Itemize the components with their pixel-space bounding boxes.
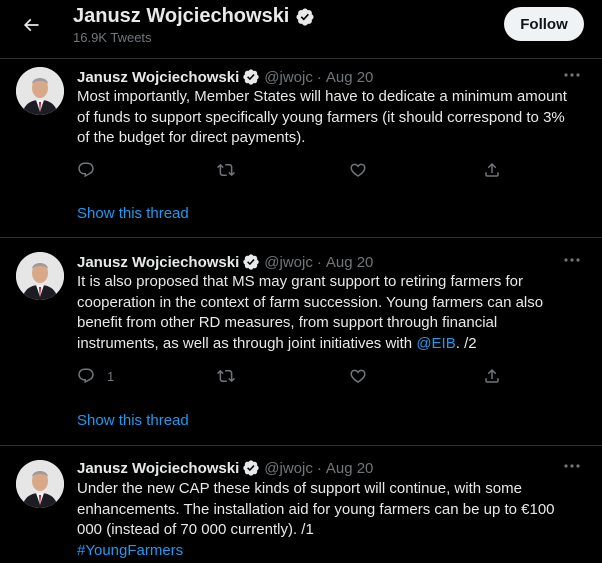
tweet-header: Janusz Wojciechowski @jwojc · Aug 20 bbox=[77, 252, 373, 272]
retweet-icon bbox=[217, 369, 235, 383]
tweet-line: enhancements. The installation aid for y… bbox=[77, 500, 555, 518]
separator-dot: · bbox=[316, 68, 322, 86]
separator-dot: · bbox=[316, 253, 322, 271]
tweet-text: Under the new CAP these kinds of support… bbox=[77, 479, 587, 561]
heart-icon bbox=[350, 369, 366, 383]
tweet-actions bbox=[77, 160, 507, 180]
more-button[interactable] bbox=[561, 67, 583, 83]
tweet-line: 000 (instead of 70 000 currently). /1 bbox=[77, 521, 314, 538]
tweet-actions: 1 bbox=[77, 366, 507, 386]
tweet-line: cooperation in the context of farm succe… bbox=[77, 293, 544, 311]
tweet-line: Under the new CAP these kinds of support… bbox=[77, 480, 522, 497]
reply-button[interactable]: 1 bbox=[77, 366, 114, 386]
tweet-line: of the budget for direct payments). bbox=[77, 129, 306, 146]
profile-header: Janusz Wojciechowski 16.9K Tweets Follow bbox=[0, 0, 602, 50]
author-handle[interactable]: @jwojc bbox=[264, 460, 313, 477]
tweet-text: It is also proposed that MS may grant su… bbox=[77, 272, 587, 354]
reply-count: 1 bbox=[107, 368, 115, 384]
more-button[interactable] bbox=[561, 252, 583, 268]
avatar[interactable] bbox=[16, 460, 64, 508]
reply-icon bbox=[78, 162, 94, 178]
tweet-date[interactable]: Aug 20 bbox=[326, 460, 374, 477]
retweet-button[interactable] bbox=[217, 366, 235, 386]
share-icon bbox=[485, 162, 499, 177]
tweet-count: 16.9K Tweets bbox=[73, 30, 152, 45]
share-icon bbox=[485, 368, 499, 383]
avatar-photo bbox=[16, 67, 64, 115]
author-handle[interactable]: @jwojc bbox=[264, 69, 313, 86]
separator-dot: · bbox=[316, 459, 322, 477]
tweet-line: Most importantly, Member States will hav… bbox=[77, 88, 567, 105]
more-button[interactable] bbox=[561, 458, 583, 474]
author-name[interactable]: Janusz Wojciechowski bbox=[77, 69, 239, 86]
like-button[interactable] bbox=[349, 160, 367, 180]
verified-badge-icon bbox=[296, 7, 314, 26]
more-horizontal-icon bbox=[564, 73, 580, 77]
retweet-button[interactable] bbox=[217, 160, 235, 180]
mention-link[interactable]: @EIB bbox=[416, 335, 455, 352]
tweet-line: It is also proposed that MS may grant su… bbox=[77, 273, 524, 290]
profile-name-text: Janusz Wojciechowski bbox=[73, 5, 290, 27]
avatar[interactable] bbox=[16, 67, 64, 115]
verified-badge-icon bbox=[243, 254, 259, 270]
verified-badge-icon bbox=[243, 69, 259, 85]
tweet-text: Most importantly, Member States will hav… bbox=[77, 87, 587, 149]
avatar-photo bbox=[16, 252, 64, 300]
arrow-left-icon bbox=[23, 18, 39, 32]
author-name[interactable]: Janusz Wojciechowski bbox=[77, 254, 239, 271]
heart-icon bbox=[350, 163, 366, 177]
tweet-line-text: . /2 bbox=[455, 334, 477, 352]
reply-icon bbox=[78, 368, 94, 384]
tweet-header: Janusz Wojciechowski @jwojc · Aug 20 bbox=[77, 67, 373, 87]
hashtag-link[interactable]: #YoungFarmers bbox=[77, 541, 587, 562]
tweet[interactable]: Janusz Wojciechowski @jwojc · Aug 20 It … bbox=[0, 238, 602, 444]
author-handle[interactable]: @jwojc bbox=[264, 254, 313, 271]
tweet-line: benefit from other RD measures, from sup… bbox=[77, 314, 498, 331]
reply-button[interactable] bbox=[77, 160, 107, 180]
retweet-icon bbox=[217, 163, 235, 177]
more-horizontal-icon bbox=[564, 464, 580, 468]
show-thread-link[interactable]: Show this thread bbox=[77, 205, 189, 222]
show-thread-link[interactable]: Show this thread bbox=[77, 412, 189, 429]
tweet-line-text: instruments, as well as through joint in… bbox=[77, 334, 417, 352]
back-button[interactable] bbox=[14, 8, 48, 42]
author-name[interactable]: Janusz Wojciechowski bbox=[77, 460, 239, 477]
verified-badge-icon bbox=[243, 460, 259, 476]
avatar-photo bbox=[16, 460, 64, 508]
profile-name: Janusz Wojciechowski bbox=[73, 5, 315, 28]
tweet-line: instruments, as well as through joint in… bbox=[77, 334, 587, 355]
like-button[interactable] bbox=[349, 366, 367, 386]
follow-button[interactable]: Follow bbox=[504, 7, 584, 41]
tweet[interactable]: Janusz Wojciechowski @jwojc · Aug 20 Und… bbox=[0, 446, 602, 563]
tweet-header: Janusz Wojciechowski @jwojc · Aug 20 bbox=[77, 458, 373, 478]
more-horizontal-icon bbox=[564, 258, 580, 262]
tweet-date[interactable]: Aug 20 bbox=[326, 69, 374, 86]
tweet[interactable]: Janusz Wojciechowski @jwojc · Aug 20 Mos… bbox=[0, 59, 602, 236]
share-button[interactable] bbox=[483, 160, 501, 180]
avatar[interactable] bbox=[16, 252, 64, 300]
tweet-line: of funds to support specifically young f… bbox=[77, 108, 565, 126]
tweet-date[interactable]: Aug 20 bbox=[326, 254, 374, 271]
share-button[interactable] bbox=[483, 366, 501, 386]
